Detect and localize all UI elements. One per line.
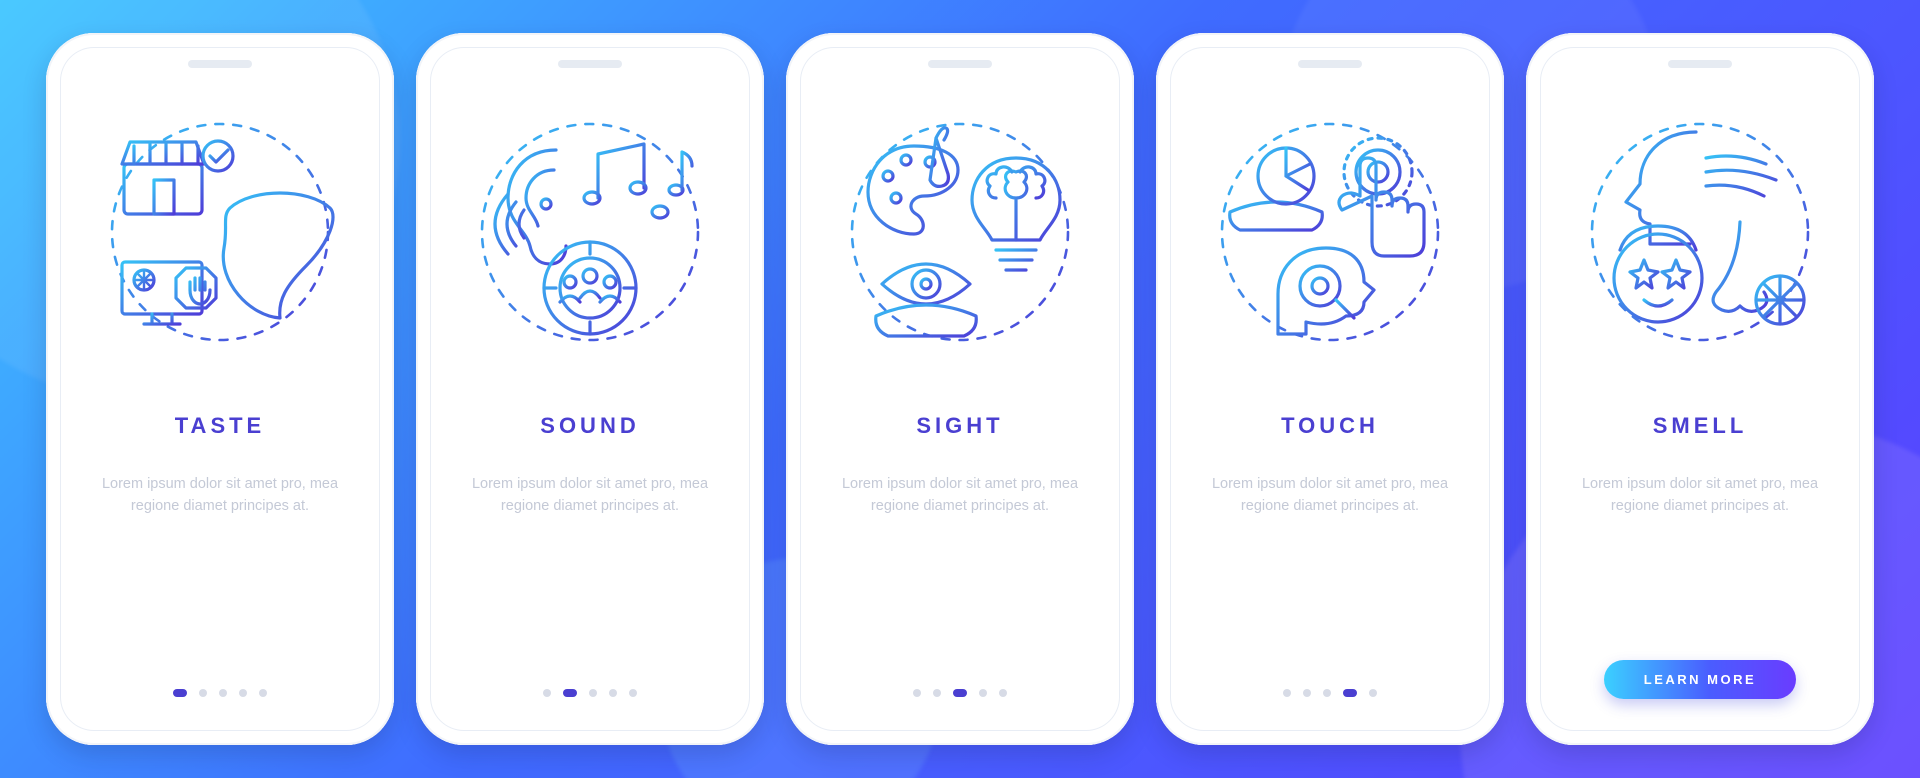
notch xyxy=(802,49,1118,79)
speaker-slot xyxy=(1298,60,1362,68)
screen-title: TOUCH xyxy=(1281,413,1379,439)
speaker-slot xyxy=(188,60,252,68)
dot[interactable] xyxy=(1323,689,1331,697)
page-dots xyxy=(913,689,1007,697)
screen-desc: Lorem ipsum dolor sit amet pro, mea regi… xyxy=(802,473,1118,518)
screen-title: SIGHT xyxy=(916,413,1003,439)
smell-icon xyxy=(1542,97,1858,367)
phone-touch: TOUCH Lorem ipsum dolor sit amet pro, me… xyxy=(1156,33,1504,745)
speaker-slot xyxy=(558,60,622,68)
screen-desc: Lorem ipsum dolor sit amet pro, mea regi… xyxy=(1542,473,1858,518)
page-dots xyxy=(543,689,637,697)
dot[interactable] xyxy=(589,689,597,697)
dot[interactable] xyxy=(953,689,967,697)
screen-title: TASTE xyxy=(175,413,265,439)
sight-icon xyxy=(802,97,1118,367)
sound-icon xyxy=(432,97,748,367)
notch xyxy=(432,49,748,79)
notch xyxy=(1172,49,1488,79)
dot[interactable] xyxy=(999,689,1007,697)
speaker-slot xyxy=(1668,60,1732,68)
dot[interactable] xyxy=(1343,689,1357,697)
dot[interactable] xyxy=(173,689,187,697)
dot[interactable] xyxy=(933,689,941,697)
dot[interactable] xyxy=(629,689,637,697)
screen-desc: Lorem ipsum dolor sit amet pro, mea regi… xyxy=(62,473,378,518)
dot[interactable] xyxy=(1369,689,1377,697)
dot[interactable] xyxy=(563,689,577,697)
phone-sound: SOUND Lorem ipsum dolor sit amet pro, me… xyxy=(416,33,764,745)
screen-title: SMELL xyxy=(1653,413,1748,439)
screen-desc: Lorem ipsum dolor sit amet pro, mea regi… xyxy=(1172,473,1488,518)
screen-desc: Lorem ipsum dolor sit amet pro, mea regi… xyxy=(432,473,748,518)
notch xyxy=(62,49,378,79)
dot[interactable] xyxy=(259,689,267,697)
taste-icon xyxy=(62,97,378,367)
touch-icon xyxy=(1172,97,1488,367)
page-dots xyxy=(1283,689,1377,697)
speaker-slot xyxy=(928,60,992,68)
dot[interactable] xyxy=(913,689,921,697)
screen-title: SOUND xyxy=(540,413,639,439)
phone-sight: SIGHT Lorem ipsum dolor sit amet pro, me… xyxy=(786,33,1134,745)
notch xyxy=(1542,49,1858,79)
dot[interactable] xyxy=(979,689,987,697)
learn-more-button[interactable]: LEARN MORE xyxy=(1604,660,1796,699)
phone-row: TASTE Lorem ipsum dolor sit amet pro, me… xyxy=(0,0,1920,778)
dot[interactable] xyxy=(543,689,551,697)
dot[interactable] xyxy=(219,689,227,697)
dot[interactable] xyxy=(199,689,207,697)
dot[interactable] xyxy=(609,689,617,697)
phone-taste: TASTE Lorem ipsum dolor sit amet pro, me… xyxy=(46,33,394,745)
page-dots xyxy=(173,689,267,697)
dot[interactable] xyxy=(1303,689,1311,697)
stage: TASTE Lorem ipsum dolor sit amet pro, me… xyxy=(0,0,1920,778)
dot[interactable] xyxy=(1283,689,1291,697)
dot[interactable] xyxy=(239,689,247,697)
phone-smell: SMELL Lorem ipsum dolor sit amet pro, me… xyxy=(1526,33,1874,745)
